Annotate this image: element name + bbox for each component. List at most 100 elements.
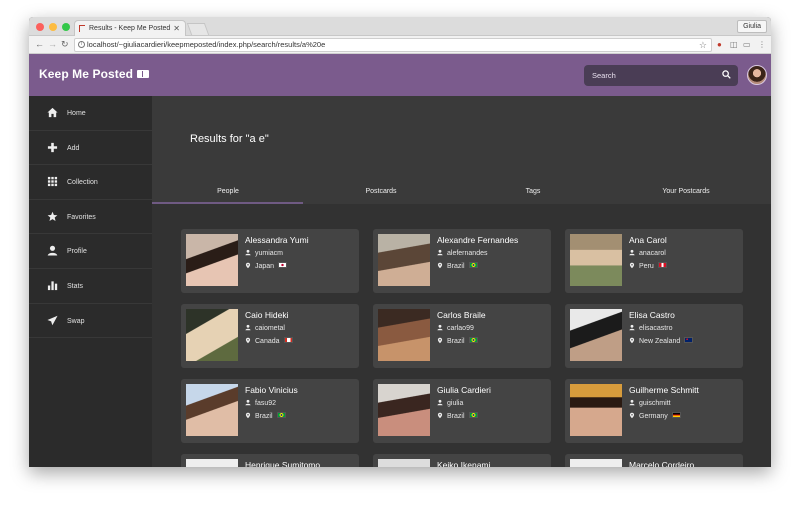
sidebar-item-label: Profile — [67, 248, 87, 256]
cast-icon[interactable]: ▭ — [743, 39, 751, 50]
extension-icon[interactable]: ◫ — [730, 39, 738, 50]
country-text: Germany — [639, 413, 668, 420]
country-text: Brazil — [447, 413, 465, 420]
person-username: alefernandes — [437, 249, 487, 257]
person-photo[interactable] — [570, 234, 622, 286]
extension-icon[interactable]: ● — [717, 39, 722, 50]
brazil-flag-icon — [468, 337, 478, 343]
search-box — [584, 65, 738, 86]
browser-tab[interactable]: Results - Keep Me Posted ✕ — [74, 20, 186, 36]
minimize-window-button[interactable] — [49, 23, 57, 31]
tab-strip: Results - Keep Me Posted ✕ Giulia — [29, 17, 771, 36]
back-icon[interactable]: ← — [35, 39, 44, 50]
person-card[interactable]: Keiko Ikenami — [373, 454, 551, 467]
person-photo[interactable] — [186, 234, 238, 286]
username-text: yumiacm — [255, 250, 284, 257]
results-tabs: People Postcards Tags Your Postcards — [152, 185, 771, 204]
country-text: New Zealand — [639, 338, 681, 345]
username-text: fasu92 — [255, 400, 277, 407]
map-pin-icon — [437, 412, 443, 419]
person-card[interactable]: Fabio Vinicius fasu92 Brazil — [181, 379, 359, 443]
person-username: carlao99 — [437, 324, 474, 332]
new-tab-button[interactable] — [186, 23, 210, 35]
brazil-flag-icon — [468, 412, 478, 418]
person-photo[interactable] — [570, 309, 622, 361]
send-icon — [47, 315, 58, 325]
sidebar-item-stats[interactable]: Stats — [29, 269, 152, 304]
user-icon — [437, 399, 443, 406]
sidebar-item-profile[interactable]: Profile — [29, 234, 152, 269]
sidebar: Home Add Collection Favorites Profile St… — [29, 96, 152, 467]
sidebar-item-add[interactable]: Add — [29, 131, 152, 166]
tab-postcards[interactable]: Postcards — [306, 188, 456, 195]
sidebar-item-label: Swap — [67, 317, 85, 325]
person-name[interactable]: Alessandra Yumi — [245, 235, 309, 245]
reload-icon[interactable]: ↻ — [61, 39, 69, 50]
person-name[interactable]: Guilherme Schmitt — [629, 385, 699, 395]
person-username: giulia — [437, 399, 463, 407]
user-icon — [437, 324, 443, 331]
sidebar-item-swap[interactable]: Swap — [29, 304, 152, 339]
person-card[interactable]: Alessandra Yumi yumiacm Japan — [181, 229, 359, 293]
page-title: Results for "a e" — [190, 133, 269, 145]
person-name[interactable]: Keiko Ikenami — [437, 460, 490, 467]
person-card[interactable]: Marcelo Cordeiro — [565, 454, 743, 467]
maximize-window-button[interactable] — [62, 23, 70, 31]
profile-chip[interactable]: Giulia — [737, 20, 767, 33]
person-card[interactable]: Caio Hideki caiometal Canada — [181, 304, 359, 368]
book-icon — [137, 70, 150, 78]
person-name[interactable]: Giulia Cardieri — [437, 385, 491, 395]
person-name[interactable]: Marcelo Cordeiro — [629, 460, 694, 467]
menu-kebab-icon[interactable]: ⋮ — [758, 39, 766, 50]
brazil-flag-icon — [276, 412, 286, 418]
user-icon — [437, 249, 443, 256]
search-icon[interactable] — [722, 70, 731, 79]
forward-icon[interactable]: → — [48, 39, 57, 50]
tab-your-postcards[interactable]: Your Postcards — [611, 188, 761, 195]
sidebar-item-home[interactable]: Home — [29, 96, 152, 131]
person-photo[interactable] — [378, 459, 430, 467]
close-window-button[interactable] — [36, 23, 44, 31]
username-text: guischmitt — [639, 400, 671, 407]
sidebar-item-collection[interactable]: Collection — [29, 165, 152, 200]
person-photo[interactable] — [570, 459, 622, 467]
person-photo[interactable] — [186, 459, 238, 467]
person-photo[interactable] — [378, 309, 430, 361]
person-photo[interactable] — [186, 309, 238, 361]
person-card[interactable]: Ana Carol anacarol Peru — [565, 229, 743, 293]
user-avatar[interactable] — [747, 65, 767, 85]
person-name[interactable]: Carlos Braile — [437, 310, 486, 320]
person-card[interactable]: Carlos Braile carlao99 Brazil — [373, 304, 551, 368]
person-name[interactable]: Alexandre Fernandes — [437, 235, 518, 245]
person-card[interactable]: Henrique Sumitomo — [181, 454, 359, 467]
user-icon — [629, 249, 635, 256]
search-input[interactable] — [584, 65, 714, 86]
person-name[interactable]: Elisa Castro — [629, 310, 675, 320]
brand-logo[interactable]: Keep Me Posted — [39, 67, 150, 81]
person-photo[interactable] — [186, 384, 238, 436]
person-card[interactable]: Guilherme Schmitt guischmitt Germany — [565, 379, 743, 443]
person-card[interactable]: Elisa Castro elisacastro New Zealand — [565, 304, 743, 368]
person-name[interactable]: Ana Carol — [629, 235, 667, 245]
person-card[interactable]: Giulia Cardieri giulia Brazil — [373, 379, 551, 443]
sidebar-item-label: Stats — [67, 282, 83, 290]
tab-tags[interactable]: Tags — [458, 188, 608, 195]
person-name[interactable]: Fabio Vinicius — [245, 385, 298, 395]
info-icon[interactable]: i — [78, 41, 85, 48]
person-photo[interactable] — [570, 384, 622, 436]
person-photo[interactable] — [378, 234, 430, 286]
person-card[interactable]: Alexandre Fernandes alefernandes Brazil — [373, 229, 551, 293]
address-bar[interactable]: i localhost/~giuliacardieri/keepmeposted… — [74, 38, 712, 52]
bookmark-star-icon[interactable]: ☆ — [699, 39, 707, 51]
brazil-flag-icon — [468, 262, 478, 268]
person-name[interactable]: Henrique Sumitomo — [245, 460, 320, 467]
map-pin-icon — [437, 262, 443, 269]
map-pin-icon — [629, 412, 635, 419]
person-name[interactable]: Caio Hideki — [245, 310, 288, 320]
person-username: elisacastro — [629, 324, 672, 332]
person-photo[interactable] — [378, 384, 430, 436]
results-header: Results for "a e" People Postcards Tags … — [152, 96, 771, 204]
sidebar-item-favorites[interactable]: Favorites — [29, 200, 152, 235]
close-tab-icon[interactable]: ✕ — [173, 21, 180, 36]
tab-people[interactable]: People — [153, 188, 303, 195]
